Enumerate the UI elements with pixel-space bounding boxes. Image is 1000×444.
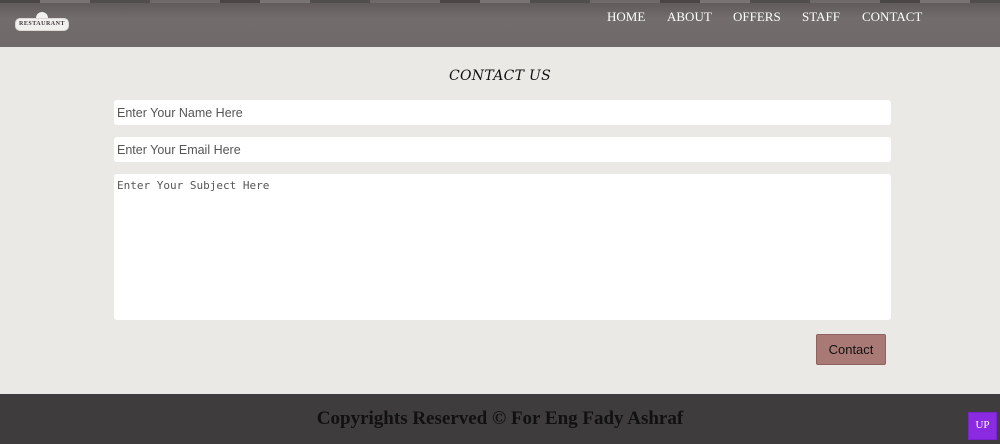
nav-item-contact[interactable]: CONTACT <box>862 9 922 25</box>
email-field[interactable] <box>114 137 891 162</box>
copyright-text: Copyrights Reserved © For Eng Fady Ashra… <box>316 408 684 429</box>
scroll-up-button[interactable]: UP <box>968 412 997 440</box>
nav-item-about[interactable]: ABOUT <box>667 9 712 25</box>
logo-text: RESTAURANT <box>15 18 69 31</box>
contact-title: CONTACT US <box>448 68 551 84</box>
name-field[interactable] <box>114 100 891 125</box>
nav-item-home[interactable]: HOME <box>607 9 645 25</box>
nav-item-offers[interactable]: OFFERS <box>733 9 781 25</box>
page-footer: Copyrights Reserved © For Eng Fady Ashra… <box>0 394 1000 444</box>
contact-submit-button[interactable]: Contact <box>816 334 886 365</box>
subject-field[interactable] <box>114 174 891 320</box>
top-header: RESTAURANT HOME ABOUT OFFERS STAFF CONTA… <box>0 0 1000 47</box>
nav-item-staff[interactable]: STAFF <box>802 9 840 25</box>
restaurant-logo[interactable]: RESTAURANT <box>15 10 69 34</box>
